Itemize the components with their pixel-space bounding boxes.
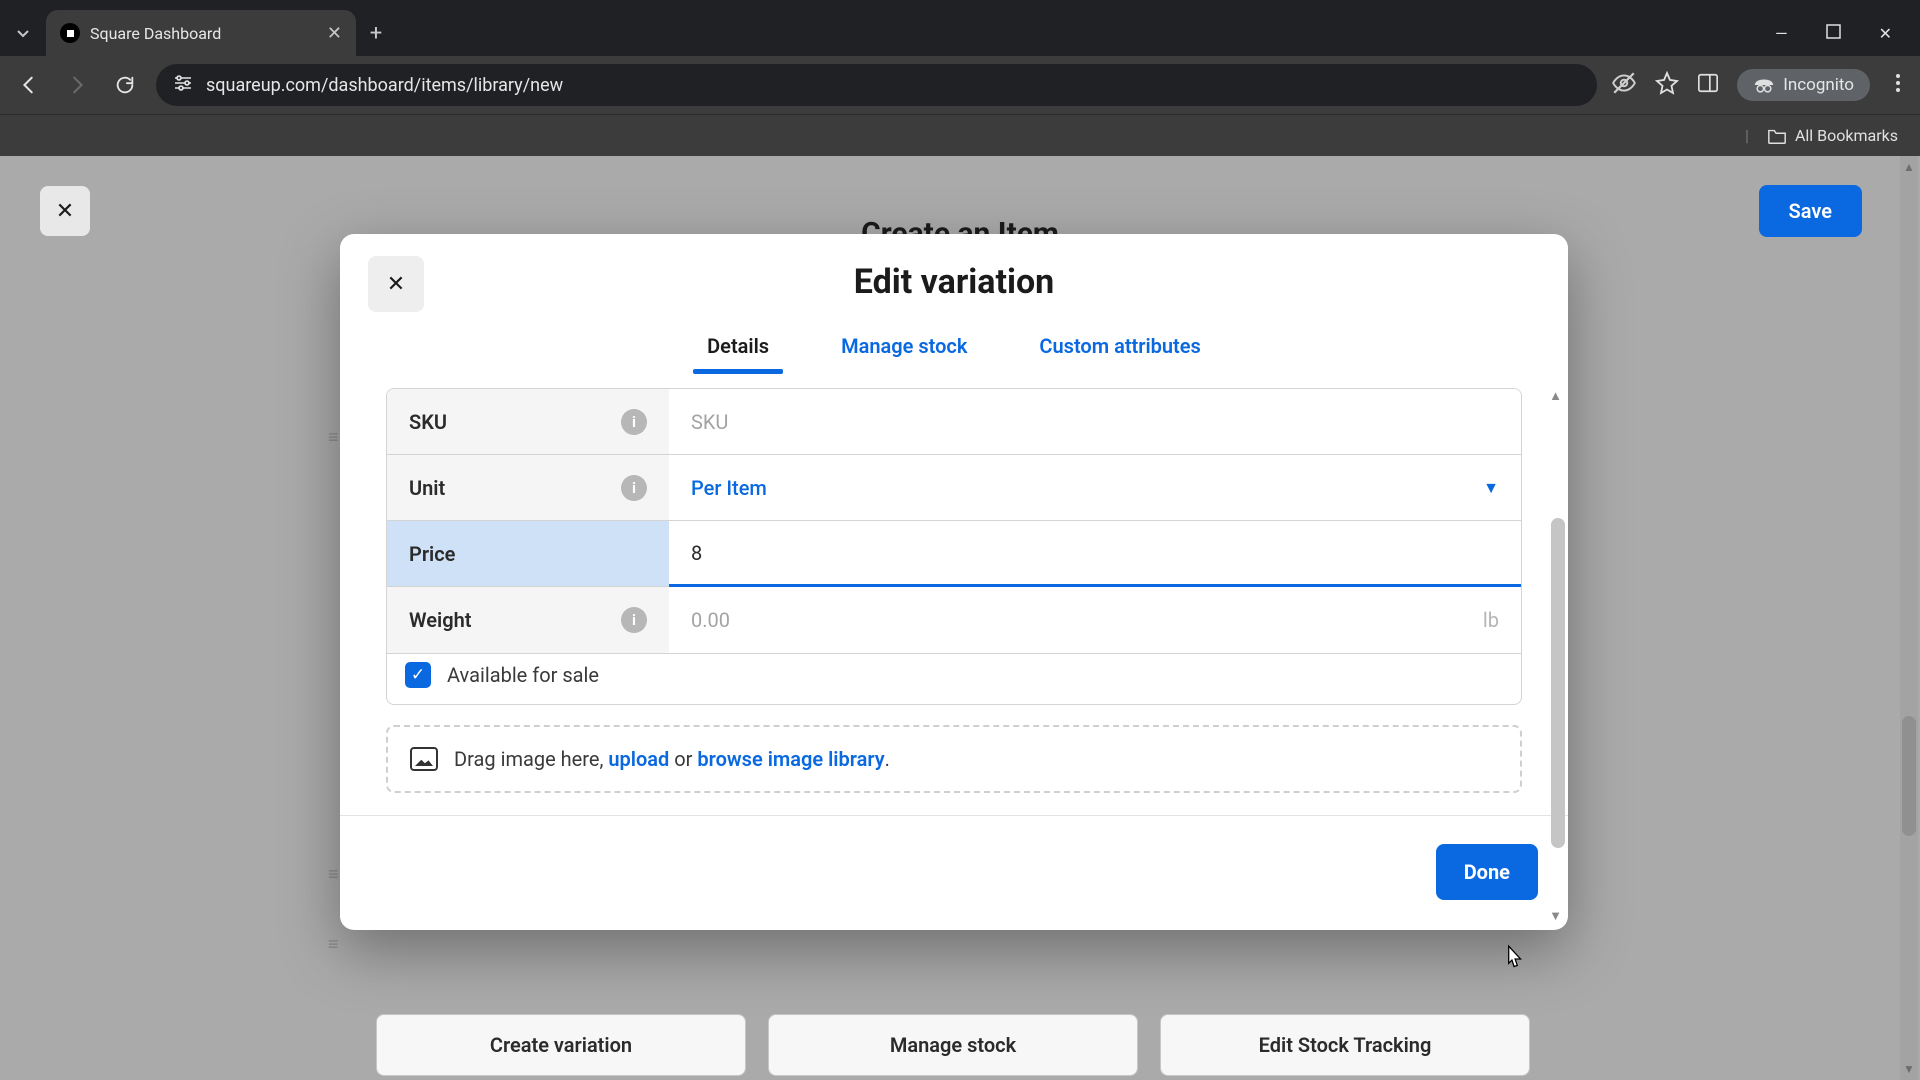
reload-button[interactable] [108, 68, 142, 102]
drag-handle-icon: ≡ [328, 934, 339, 955]
close-page-button[interactable]: ✕ [40, 186, 90, 236]
drop-dot: . [885, 747, 890, 771]
edit-variation-modal: ✕ Edit variation Details Manage stock Cu… [340, 234, 1568, 930]
square-favicon-icon [60, 23, 80, 43]
sku-label: SKU [409, 410, 447, 434]
weight-input[interactable] [691, 608, 1483, 632]
close-icon: ✕ [56, 199, 74, 224]
bookmark-star-icon[interactable] [1655, 71, 1679, 99]
info-icon[interactable]: i [621, 409, 647, 435]
browse-library-link[interactable]: browse image library [697, 747, 884, 771]
page-content: ▲ ▼ ✕ Save Create an Item ≡ ≡ ≡ Create v… [0, 156, 1920, 1080]
sku-row: SKU i [387, 389, 1521, 455]
info-icon[interactable]: i [621, 607, 647, 633]
drop-or-text: or [669, 747, 697, 771]
incognito-badge[interactable]: Incognito [1737, 69, 1870, 101]
upload-link[interactable]: upload [608, 747, 669, 771]
browser-tab[interactable]: Square Dashboard ✕ [46, 10, 356, 56]
side-panel-icon[interactable] [1697, 72, 1719, 98]
back-button[interactable] [12, 68, 46, 102]
url-text: squareup.com/dashboard/items/library/new [206, 75, 563, 96]
sku-input[interactable] [691, 410, 1499, 434]
maximize-icon[interactable] [1826, 24, 1841, 43]
price-row: Price [387, 521, 1521, 587]
chevron-down-icon: ▼ [1483, 478, 1499, 498]
modal-scroll-up-icon[interactable]: ▲ [1549, 388, 1562, 404]
unit-value: Per Item [691, 476, 767, 500]
weight-row: Weight i lb [387, 587, 1521, 653]
save-button[interactable]: Save [1759, 185, 1862, 237]
tab-custom-attributes[interactable]: Custom attributes [1031, 324, 1208, 374]
drag-handle-icon: ≡ [328, 427, 339, 448]
close-window-icon[interactable]: ✕ [1879, 24, 1892, 43]
drop-pre-text: Drag image here, [454, 747, 608, 771]
done-button[interactable]: Done [1436, 844, 1538, 900]
unit-select[interactable]: Per Item ▼ [669, 455, 1521, 520]
edit-stock-tracking-button[interactable]: Edit Stock Tracking [1160, 1014, 1530, 1076]
weight-label: Weight [409, 608, 471, 632]
tab-title: Square Dashboard [90, 24, 221, 43]
close-tab-icon[interactable]: ✕ [327, 23, 342, 44]
modal-scroll-thumb[interactable] [1551, 518, 1565, 848]
tab-manage-stock[interactable]: Manage stock [833, 324, 975, 374]
create-variation-button[interactable]: Create variation [376, 1014, 746, 1076]
tabs-dropdown-button[interactable] [0, 10, 46, 56]
close-modal-button[interactable]: ✕ [368, 256, 424, 312]
kebab-menu-icon[interactable] [1888, 73, 1908, 97]
image-dropzone[interactable]: Drag image here, upload or browse image … [386, 725, 1522, 793]
forward-button[interactable] [60, 68, 94, 102]
minimize-icon[interactable]: — [1775, 24, 1788, 43]
manage-stock-button[interactable]: Manage stock [768, 1014, 1138, 1076]
available-row[interactable]: ✓ Available for sale [386, 646, 1522, 705]
info-icon[interactable]: i [621, 475, 647, 501]
unit-row: Unit i Per Item ▼ [387, 455, 1521, 521]
all-bookmarks-button[interactable]: All Bookmarks [1767, 126, 1898, 145]
available-checkbox[interactable]: ✓ [405, 662, 431, 688]
price-input[interactable] [691, 541, 1499, 565]
available-label: Available for sale [447, 663, 599, 687]
bookmarks-bar: | All Bookmarks [0, 114, 1920, 156]
tab-details[interactable]: Details [699, 324, 777, 374]
browser-titlebar: Square Dashboard ✕ + — ✕ [0, 0, 1920, 56]
all-bookmarks-label: All Bookmarks [1795, 126, 1898, 145]
image-icon [410, 747, 438, 771]
drag-handle-icon: ≡ [328, 864, 339, 885]
window-controls: — ✕ [1775, 10, 1920, 56]
incognito-label: Incognito [1783, 75, 1854, 95]
unit-label: Unit [409, 476, 445, 500]
eye-off-icon[interactable] [1611, 70, 1637, 100]
address-bar[interactable]: squareup.com/dashboard/items/library/new [156, 64, 1597, 106]
modal-title: Edit variation [368, 262, 1540, 302]
modal-scroll-down-icon[interactable]: ▼ [1549, 908, 1562, 924]
weight-unit-label: lb [1483, 608, 1499, 632]
browser-toolbar: squareup.com/dashboard/items/library/new… [0, 56, 1920, 114]
price-label: Price [409, 542, 455, 566]
new-tab-button[interactable]: + [356, 10, 396, 56]
site-settings-icon[interactable] [174, 75, 192, 95]
